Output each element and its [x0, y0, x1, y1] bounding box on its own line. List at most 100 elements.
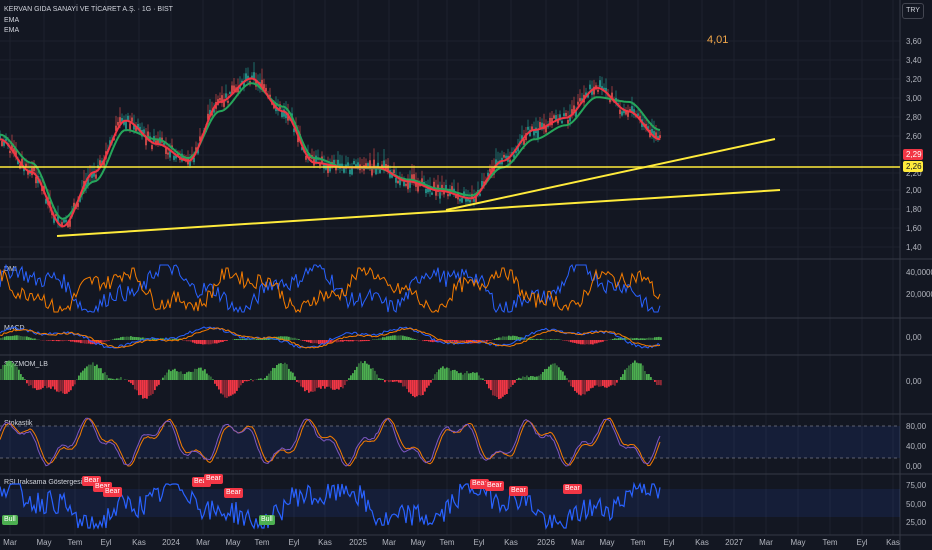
candle-body [167, 152, 169, 155]
candle-body [563, 113, 565, 117]
histogram-bar [6, 361, 8, 380]
histogram-bar [298, 380, 300, 383]
histogram-bar [200, 340, 202, 345]
currency-button[interactable]: TRY [902, 3, 924, 19]
histogram-bar [62, 380, 64, 394]
histogram-bar [366, 340, 368, 342]
histogram-bar [304, 340, 306, 342]
histogram-bar [392, 380, 394, 382]
histogram-bar [602, 380, 604, 386]
histogram-bar [162, 377, 164, 380]
histogram-bar [82, 370, 84, 380]
histogram-bar [384, 380, 386, 383]
price-annotation[interactable]: 4,01 [707, 34, 728, 46]
histogram-bar [34, 380, 36, 389]
histogram-bar [546, 339, 548, 340]
chart-canvas[interactable]: KERVAN GIDA SANAYİ VE TİCARET A.Ş. · 1G … [0, 0, 932, 550]
histogram-bar [170, 371, 172, 380]
histogram-bar [126, 336, 128, 340]
histogram-bar [2, 337, 4, 340]
histogram-bar [354, 369, 356, 380]
histogram-bar [596, 380, 598, 386]
histogram-bar [82, 340, 84, 344]
dmi-tick-high: 40,0000 [906, 268, 932, 277]
histogram-bar [460, 372, 462, 380]
histogram-bar [32, 338, 34, 340]
histogram-bar [336, 380, 338, 389]
histogram-bar [10, 336, 12, 340]
histogram-bar [530, 338, 532, 340]
time-tick: 2025 [349, 538, 367, 547]
histogram-bar [404, 380, 406, 387]
histogram-bar [534, 339, 536, 340]
histogram-bar [318, 380, 320, 388]
bear-divergence-badge: Bear [224, 488, 243, 498]
histogram-bar [502, 380, 504, 397]
candle-body [393, 169, 395, 174]
histogram-bar [412, 380, 414, 397]
time-tick: Mar [196, 538, 210, 547]
histogram-bar [590, 340, 592, 345]
histogram-bar [476, 372, 478, 380]
candle-body [447, 194, 449, 197]
histogram-bar [514, 335, 516, 340]
histogram-bar [288, 336, 290, 340]
histogram-bar [364, 340, 366, 342]
histogram-bar [206, 373, 208, 380]
histogram-bar [408, 380, 410, 393]
histogram-bar [584, 380, 586, 395]
candle-body [219, 97, 221, 101]
histogram-bar [62, 340, 64, 342]
candle-body [627, 111, 629, 117]
candle-body [395, 177, 397, 183]
histogram-bar [648, 337, 650, 340]
histogram-bar [344, 340, 346, 341]
histogram-bar [596, 340, 598, 344]
histogram-bar [496, 380, 498, 398]
histogram-bar [196, 368, 198, 380]
histogram-bar [314, 340, 316, 344]
histogram-bar [186, 340, 188, 342]
histogram-bar [502, 336, 504, 340]
histogram-bar [406, 336, 408, 340]
histogram-bar [602, 340, 604, 342]
histogram-bar [78, 375, 80, 380]
histogram-bar [284, 362, 286, 380]
histogram-bar [154, 380, 156, 391]
histogram-bar [218, 380, 220, 390]
time-tick: Tem [822, 538, 837, 547]
histogram-bar [248, 380, 250, 381]
histogram-bar [234, 339, 236, 340]
histogram-bar [424, 380, 426, 392]
histogram-bar [94, 365, 96, 380]
histogram-bar [514, 380, 516, 383]
histogram-bar [356, 366, 358, 380]
histogram-bar [426, 380, 428, 388]
histogram-bar [86, 340, 88, 344]
time-axis[interactable]: Mar May Tem Eyl Kas 2024 Mar May Tem Eyl Kas 2025 Ma… [3, 538, 900, 547]
histogram-bar [164, 375, 166, 380]
histogram-bar [258, 378, 260, 380]
histogram-bar [306, 380, 308, 391]
histogram-bar [72, 340, 74, 342]
histogram-bar [192, 371, 194, 380]
price-tick: 3,00 [906, 94, 922, 103]
histogram-bar [600, 340, 602, 343]
histogram-bar [230, 380, 232, 396]
candle-body [65, 219, 67, 223]
histogram-bar [278, 363, 280, 380]
time-tick: Tem [254, 538, 269, 547]
histogram-bar [394, 380, 396, 382]
histogram-bar [472, 372, 474, 380]
candle-body [565, 112, 567, 117]
histogram-bar [24, 336, 26, 340]
histogram-bar [272, 367, 274, 380]
histogram-bar [112, 378, 114, 380]
histogram-bar [532, 376, 534, 380]
candle-body [537, 130, 539, 139]
histogram-bar [576, 340, 578, 344]
histogram-bar [526, 375, 528, 380]
histogram-bar [80, 372, 82, 380]
histogram-bar [394, 335, 396, 340]
histogram-bar [148, 380, 150, 397]
